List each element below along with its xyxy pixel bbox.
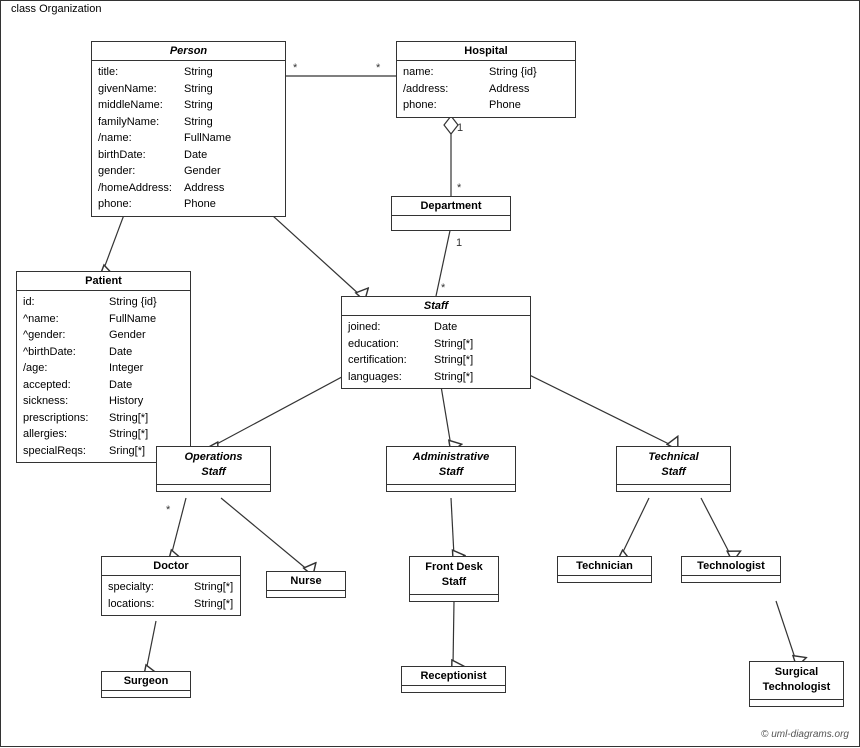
- uml-diagram: class Organization * *: [0, 0, 860, 747]
- svg-text:*: *: [441, 282, 446, 294]
- technician-body: [558, 576, 651, 582]
- patient-class: Patient id:String {id} ^name:FullName ^g…: [16, 271, 191, 463]
- nurse-title: Nurse: [267, 572, 345, 591]
- receptionist-title: Receptionist: [402, 667, 505, 686]
- operations-staff-class: OperationsStaff: [156, 446, 271, 492]
- technician-class: Technician: [557, 556, 652, 583]
- technical-staff-body: [617, 485, 730, 491]
- staff-title: Staff: [342, 297, 530, 316]
- front-desk-class: Front DeskStaff: [409, 556, 499, 602]
- technician-title: Technician: [558, 557, 651, 576]
- svg-text:1: 1: [456, 237, 462, 249]
- technical-staff-class: TechnicalStaff: [616, 446, 731, 492]
- patient-title: Patient: [17, 272, 190, 291]
- technical-staff-title: TechnicalStaff: [617, 447, 730, 485]
- surgical-technologist-title: SurgicalTechnologist: [750, 662, 843, 700]
- surgeon-body: [102, 691, 190, 697]
- svg-text:*: *: [376, 62, 381, 74]
- operations-staff-title: OperationsStaff: [157, 447, 270, 485]
- department-title: Department: [392, 197, 510, 216]
- svg-text:*: *: [457, 182, 462, 194]
- person-class: Person title:String givenName:String mid…: [91, 41, 286, 217]
- svg-text:*: *: [293, 62, 298, 74]
- admin-staff-class: AdministrativeStaff: [386, 446, 516, 492]
- admin-staff-body: [387, 485, 515, 491]
- svg-text:1: 1: [457, 122, 463, 134]
- doctor-title: Doctor: [102, 557, 240, 576]
- hospital-class: Hospital name:String {id} /address:Addre…: [396, 41, 576, 118]
- surgeon-title: Surgeon: [102, 672, 190, 691]
- person-title: Person: [92, 42, 285, 61]
- surgical-technologist-class: SurgicalTechnologist: [749, 661, 844, 707]
- nurse-body: [267, 591, 345, 597]
- surgeon-class: Surgeon: [101, 671, 191, 698]
- technologist-title: Technologist: [682, 557, 780, 576]
- admin-staff-title: AdministrativeStaff: [387, 447, 515, 485]
- hospital-body: name:String {id} /address:Address phone:…: [397, 61, 575, 117]
- copyright: © uml-diagrams.org: [761, 729, 849, 740]
- technologist-class: Technologist: [681, 556, 781, 583]
- person-body: title:String givenName:String middleName…: [92, 61, 285, 216]
- department-body: [392, 216, 510, 230]
- svg-text:*: *: [166, 504, 171, 516]
- receptionist-class: Receptionist: [401, 666, 506, 693]
- technologist-body: [682, 576, 780, 582]
- surgical-technologist-body: [750, 700, 843, 706]
- department-class: Department: [391, 196, 511, 231]
- hospital-title: Hospital: [397, 42, 575, 61]
- front-desk-body: [410, 595, 498, 601]
- doctor-class: Doctor specialty:String[*] locations:Str…: [101, 556, 241, 616]
- patient-body: id:String {id} ^name:FullName ^gender:Ge…: [17, 291, 190, 462]
- staff-body: joined:Date education:String[*] certific…: [342, 316, 530, 388]
- staff-class: Staff joined:Date education:String[*] ce…: [341, 296, 531, 389]
- nurse-class: Nurse: [266, 571, 346, 598]
- diagram-title: class Organization: [7, 3, 106, 15]
- receptionist-body: [402, 686, 505, 692]
- operations-staff-body: [157, 485, 270, 491]
- front-desk-title: Front DeskStaff: [410, 557, 498, 595]
- doctor-body: specialty:String[*] locations:String[*]: [102, 576, 240, 615]
